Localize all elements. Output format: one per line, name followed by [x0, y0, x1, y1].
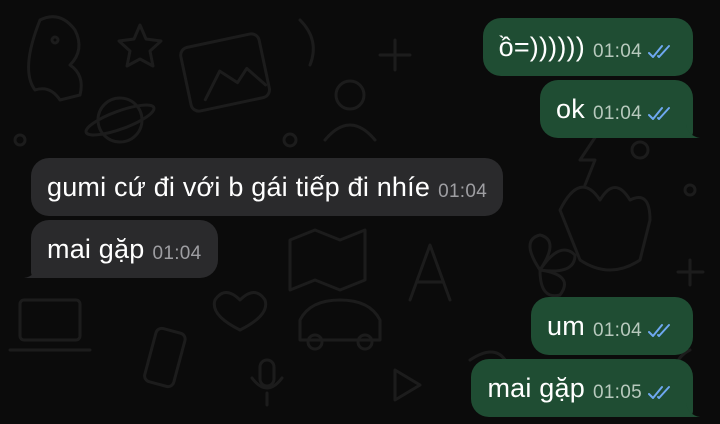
message-text: mai gặp [47, 233, 145, 264]
chat-area: ồ=)))))) 01:04 ok 01:04 gumi cứ đi với b… [0, 0, 720, 424]
bubble-tail [686, 403, 700, 417]
message-time: 01:05 [592, 382, 642, 403]
message-meta: 01:04 [593, 41, 675, 63]
message-text: gumi cứ đi với b gái tiếp đi nhíe [47, 171, 431, 202]
message-time: 01:04 [592, 41, 642, 62]
bubble-tail [686, 124, 700, 138]
outgoing-message[interactable]: ok 01:04 [540, 80, 700, 138]
double-check-icon [648, 45, 670, 58]
message-time: 01:04 [438, 181, 488, 202]
message-text: ok [556, 93, 585, 124]
message-text: um [547, 310, 585, 341]
double-check-icon [648, 107, 670, 120]
bubble-tail [24, 264, 38, 278]
message-time: 01:04 [592, 103, 642, 124]
message-time: 01:04 [152, 243, 202, 264]
double-check-icon [648, 324, 670, 337]
outgoing-message[interactable]: mai gặp 01:05 [471, 359, 700, 417]
message-time: 01:04 [592, 320, 642, 341]
message-text: ồ=)))))) [498, 31, 585, 62]
message-meta: 01:04 [593, 103, 675, 125]
incoming-message[interactable]: gumi cứ đi với b gái tiếp đi nhíe 01:04 [31, 158, 504, 216]
message-text: mai gặp [487, 372, 585, 403]
message-meta: 01:04 [152, 243, 201, 265]
message-meta: 01:04 [593, 320, 675, 342]
outgoing-message[interactable]: um 01:04 [531, 297, 693, 355]
outgoing-message[interactable]: ồ=)))))) 01:04 [482, 18, 693, 76]
incoming-message[interactable]: mai gặp 01:04 [24, 220, 218, 278]
message-meta: 01:04 [438, 181, 487, 203]
double-check-icon [648, 386, 670, 399]
message-meta: 01:05 [593, 382, 675, 404]
